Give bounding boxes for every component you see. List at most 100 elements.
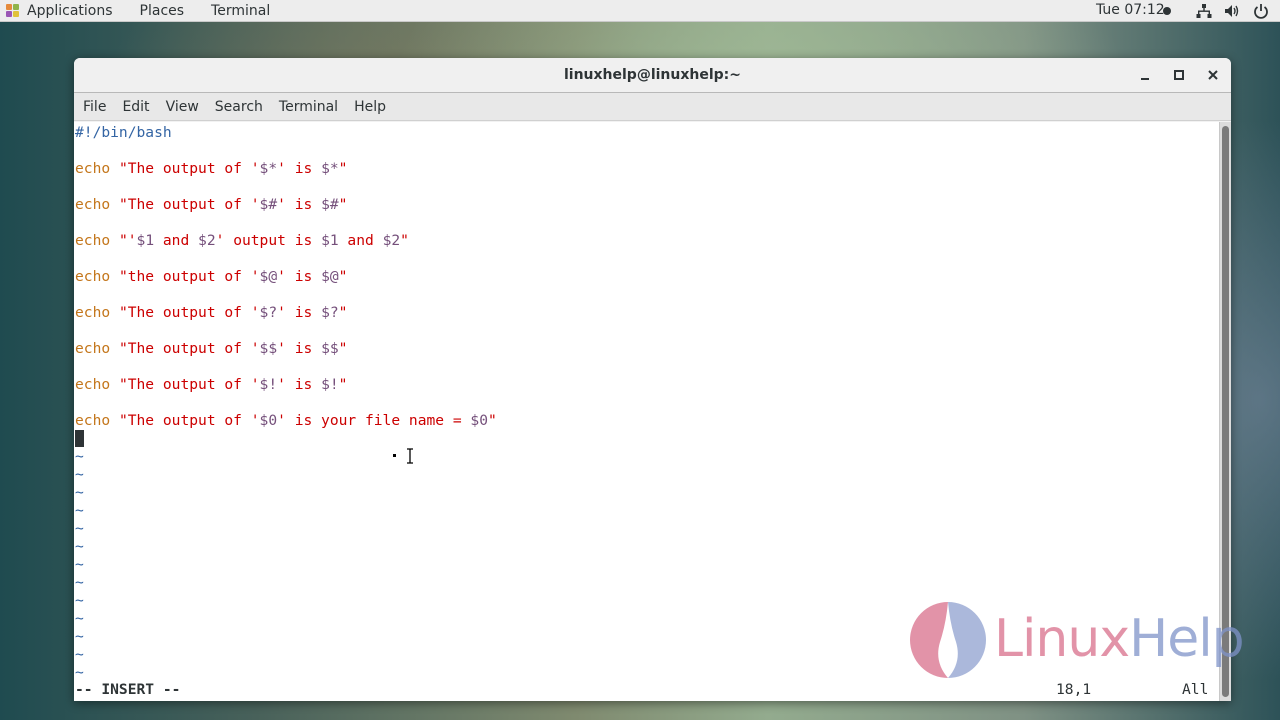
- vim-mode-indicator: -- INSERT --: [75, 681, 181, 698]
- window-title: linuxhelp@linuxhelp:~: [563, 67, 742, 83]
- title-bar[interactable]: linuxhelp@linuxhelp:~: [74, 58, 1231, 93]
- variable-token: $!: [259, 376, 278, 393]
- empty-line-tilde: ~: [75, 664, 84, 681]
- string-token: "The output of ': [118, 412, 260, 429]
- notification-dot-icon: [1163, 7, 1171, 15]
- string-token: "The output of ': [118, 160, 260, 177]
- string-token: ": [400, 232, 409, 249]
- applications-icon: [5, 3, 21, 19]
- code-line: echo "The output of '$#' is $#": [75, 196, 347, 214]
- code-line: echo "The output of '$?' is $?": [75, 304, 347, 322]
- string-token: ' is your file name =: [277, 412, 471, 429]
- variable-token: $$: [259, 340, 278, 357]
- variable-token: $$: [321, 340, 339, 357]
- string-token: "The output of ': [118, 196, 260, 213]
- string-token: ": [338, 304, 348, 321]
- code-line: #!/bin/bash: [75, 124, 172, 142]
- variable-token: $?: [321, 304, 339, 321]
- string-token: "The output of ': [118, 304, 260, 321]
- clock[interactable]: Tue 07:12: [1096, 2, 1165, 18]
- cursor-position: 18,1: [1056, 681, 1092, 698]
- minimize-button[interactable]: [1137, 67, 1153, 83]
- code-line: echo "The output of '$!' is $!": [75, 376, 347, 394]
- maximize-button[interactable]: [1171, 67, 1187, 83]
- string-token: "': [118, 232, 137, 249]
- empty-line-tilde: ~: [75, 628, 84, 645]
- linuxhelp-logo-icon: [910, 602, 986, 678]
- string-token: ' is: [277, 304, 322, 321]
- empty-line-tilde: ~: [75, 610, 84, 627]
- terminal-app-menu[interactable]: Terminal: [211, 3, 270, 19]
- string-token: ": [338, 268, 348, 285]
- close-button[interactable]: [1205, 67, 1221, 83]
- string-token: ": [338, 196, 348, 213]
- string-token: ' is: [277, 376, 322, 393]
- empty-line-tilde: ~: [75, 502, 84, 519]
- volume-icon[interactable]: [1224, 3, 1240, 19]
- keyword-token: echo: [75, 160, 111, 177]
- variable-token: $0: [470, 412, 488, 429]
- string-token: and: [154, 232, 199, 249]
- empty-line-tilde: ~: [75, 574, 84, 591]
- linuxhelp-watermark: LinuxHelp: [906, 598, 1266, 682]
- variable-token: $*: [259, 160, 278, 177]
- variable-token: $2: [382, 232, 401, 249]
- string-token: ' output is: [215, 232, 322, 249]
- empty-line-tilde: ~: [75, 466, 84, 483]
- power-icon[interactable]: [1253, 3, 1269, 19]
- top-bar: Applications Places Terminal Tue 07:12: [0, 0, 1280, 22]
- keyword-token: echo: [75, 412, 111, 429]
- string-token: ": [488, 412, 497, 429]
- string-token: "The output of ': [118, 376, 260, 393]
- string-token: ' is: [277, 268, 322, 285]
- keyword-token: echo: [75, 232, 111, 249]
- applications-menu[interactable]: Applications: [27, 3, 113, 19]
- string-token: ": [338, 160, 348, 177]
- variable-token: $2: [198, 232, 216, 249]
- variable-token: $@: [259, 268, 278, 285]
- shebang-token: #!/bin/bash: [75, 124, 172, 141]
- keyword-token: echo: [75, 340, 111, 357]
- keyword-token: echo: [75, 376, 111, 393]
- places-menu[interactable]: Places: [140, 3, 185, 19]
- text-cursor: [75, 430, 84, 447]
- menu-help[interactable]: Help: [353, 97, 387, 117]
- variable-token: $?: [259, 304, 278, 321]
- code-line: echo "the output of '$@' is $@": [75, 268, 347, 286]
- variable-token: $@: [321, 268, 339, 285]
- empty-line-tilde: ~: [75, 448, 84, 465]
- menu-terminal[interactable]: Terminal: [278, 97, 339, 117]
- empty-line-tilde: ~: [75, 520, 84, 537]
- string-token: "The output of ': [118, 340, 260, 357]
- variable-token: $*: [321, 160, 339, 177]
- code-line: echo "The output of '$*' is $*": [75, 160, 347, 178]
- watermark-text-linux: Linux: [994, 609, 1130, 669]
- code-line: echo "The output of '$$' is $$": [75, 340, 347, 358]
- network-icon[interactable]: [1196, 3, 1212, 19]
- menu-edit[interactable]: Edit: [121, 97, 150, 117]
- variable-token: $1: [321, 232, 339, 249]
- menu-search[interactable]: Search: [214, 97, 264, 117]
- variable-token: $0: [259, 412, 278, 429]
- scroll-position: All: [1182, 681, 1209, 698]
- variable-token: $#: [321, 196, 339, 213]
- keyword-token: echo: [75, 304, 111, 321]
- watermark-text: LinuxHelp: [994, 604, 1245, 674]
- string-token: ": [338, 376, 348, 393]
- variable-token: $!: [321, 376, 339, 393]
- menu-view[interactable]: View: [165, 97, 200, 117]
- code-line: echo "'$1 and $2' output is $1 and $2": [75, 232, 409, 250]
- menu-file[interactable]: File: [82, 97, 107, 117]
- string-token: ' is: [277, 196, 322, 213]
- empty-line-tilde: ~: [75, 646, 84, 663]
- variable-token: $#: [259, 196, 278, 213]
- empty-line-tilde: ~: [75, 592, 84, 609]
- string-token: ": [338, 340, 348, 357]
- watermark-text-help: Help: [1129, 609, 1245, 669]
